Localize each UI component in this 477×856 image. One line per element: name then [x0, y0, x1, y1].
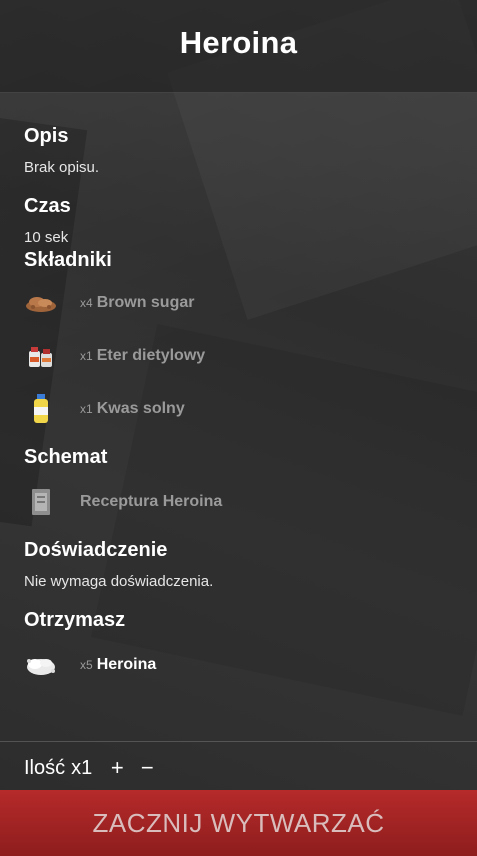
divider — [0, 741, 477, 742]
schema-section: Schemat Receptura Heroina — [24, 445, 464, 528]
description-section: Opis Brak opisu. — [24, 124, 464, 182]
ingredient-name: Eter dietylowy — [96, 346, 206, 364]
experience-text: Nie wymaga doświadczenia. — [24, 573, 214, 590]
result-qty: x5 — [80, 657, 93, 672]
ingredient-name: Kwas solny — [96, 399, 185, 417]
ingredient-item[interactable]: x1 Eter dietylowy — [24, 329, 464, 382]
result-title: Otrzymasz — [24, 609, 126, 631]
time-title: Czas — [24, 195, 71, 217]
experience-section: Doświadczenie Nie wymaga doświadczenia. — [24, 538, 464, 596]
acid-bottle-icon — [24, 392, 58, 426]
experience-title: Doświadczenie — [24, 539, 168, 561]
ingredient-name: Brown sugar — [96, 293, 195, 311]
crafting-panel: Heroina Opis Brak opisu. Czas 10 sek Skł… — [0, 0, 477, 856]
ingredient-item[interactable]: x4 Brown sugar — [24, 276, 464, 329]
brown-sugar-icon — [24, 286, 58, 320]
heroin-powder-icon — [24, 648, 58, 682]
schema-item[interactable]: Receptura Heroina — [24, 475, 464, 528]
schema-name: Receptura Heroina — [80, 492, 223, 510]
schema-title: Schemat — [24, 446, 108, 468]
quantity-value: x1 — [71, 756, 93, 779]
description-title: Opis — [24, 125, 69, 147]
result-item[interactable]: x5 Heroina — [24, 638, 464, 691]
recipe-details: Opis Brak opisu. Czas 10 sek Składniki x… — [24, 124, 464, 691]
start-crafting-button[interactable]: ZACZNIJ WYTWARZAĆ — [0, 790, 477, 856]
ingredient-qty: x1 — [80, 348, 93, 363]
ingredients-section: Składniki x4 Brown sugar x1 Eter dietylo… — [24, 248, 464, 435]
result-name: Heroina — [96, 655, 157, 673]
decrease-quantity-button[interactable]: − — [136, 755, 158, 781]
ingredient-list: x4 Brown sugar x1 Eter dietylowy x1 Kwas… — [24, 276, 464, 435]
time-text: 10 sek — [24, 229, 69, 246]
ingredients-title: Składniki — [24, 249, 112, 271]
quantity-stepper: Ilość x1 + − — [24, 754, 158, 782]
ingredient-qty: x1 — [80, 401, 93, 416]
description-text: Brak opisu. — [24, 159, 100, 176]
page-title: Heroina — [179, 25, 298, 60]
panel-header: Heroina — [0, 0, 477, 93]
recipe-card-icon — [24, 485, 58, 519]
quantity-label: Ilość — [24, 756, 66, 779]
increase-quantity-button[interactable]: + — [106, 755, 128, 781]
ingredient-item[interactable]: x1 Kwas solny — [24, 382, 464, 435]
ether-bottle-icon — [24, 339, 58, 373]
ingredient-qty: x4 — [80, 295, 93, 310]
result-section: Otrzymasz x5 Heroina — [24, 608, 464, 691]
